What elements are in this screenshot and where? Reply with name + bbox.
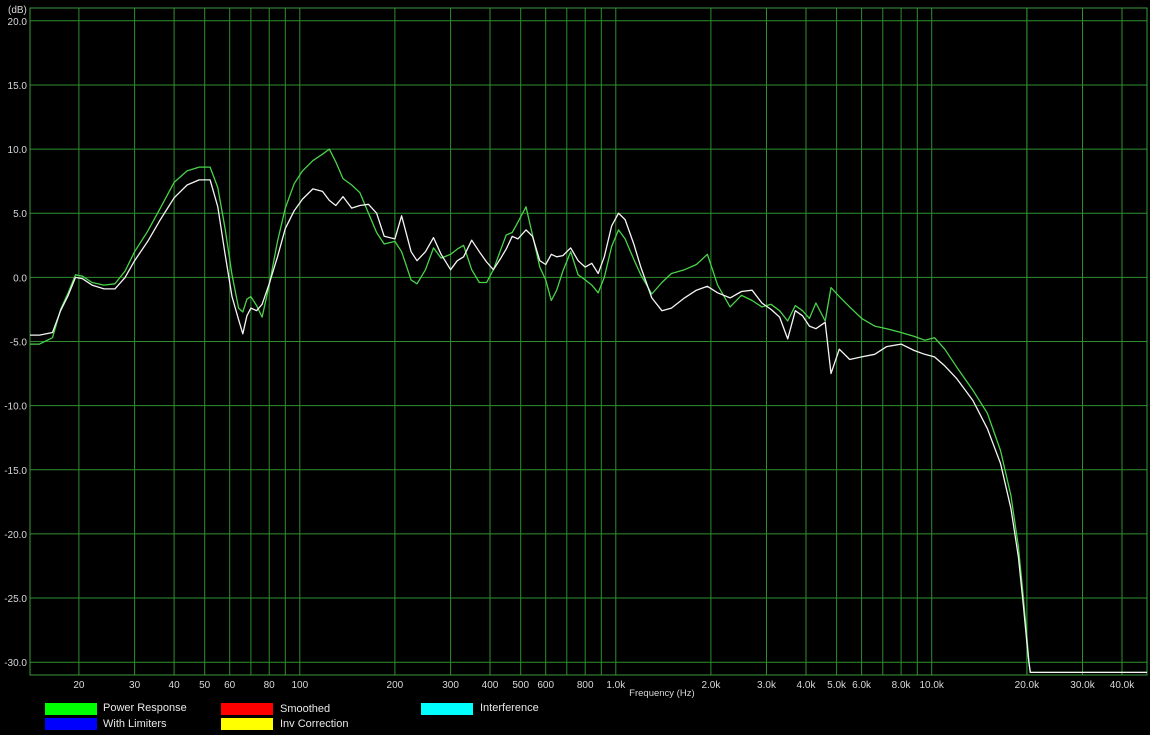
x-tick-label: 50: [199, 680, 211, 691]
x-axis-label: Frequency (Hz): [629, 688, 694, 699]
x-tick-label: 20.0k: [1015, 680, 1040, 691]
legend-swatch-interference[interactable]: [421, 703, 473, 715]
x-tick-label: 30: [129, 680, 141, 691]
y-tick-label: -15.0: [4, 466, 27, 477]
legend-swatch-inv-correction[interactable]: [221, 718, 273, 730]
x-tick-label: 40.0k: [1110, 680, 1135, 691]
legend-label-interference: Interference: [480, 702, 539, 714]
x-tick-label: 1.0k: [606, 680, 626, 691]
y-tick-label: 20.0: [8, 17, 28, 28]
y-tick-label: -25.0: [4, 594, 27, 605]
x-tick-label: 10.0k: [919, 680, 944, 691]
x-tick-label: 600: [537, 680, 554, 691]
x-tick-label: 40: [169, 680, 181, 691]
y-tick-label: -10.0: [4, 402, 27, 413]
y-tick-label: 10.0: [8, 145, 28, 156]
x-tick-label: 6.0k: [852, 680, 872, 691]
x-tick-label: 8.0k: [892, 680, 912, 691]
legend-swatch-with-limiters[interactable]: [45, 718, 97, 730]
x-tick-label: 800: [577, 680, 594, 691]
x-tick-label: 300: [442, 680, 459, 691]
legend-label-smoothed: Smoothed: [280, 703, 331, 715]
y-tick-label: -30.0: [4, 658, 27, 669]
frequency-response-plot: 20.0 15.0 10.0 5.0 0.0 -5.0 -10.0 -15.0 -20.0 -25…: [4, 5, 1148, 699]
y-tick-label: 15.0: [8, 81, 28, 92]
x-tick-label: 80: [264, 680, 276, 691]
x-tick-label: 200: [387, 680, 404, 691]
y-tick-label: 5.0: [13, 209, 27, 220]
x-tick-label: 30.0k: [1070, 680, 1095, 691]
y-tick-label: -20.0: [4, 530, 27, 541]
x-tick-label: 500: [512, 680, 529, 691]
series-line-power-response: [30, 148, 1147, 674]
y-tick-label: 0.0: [13, 273, 27, 284]
x-tick-label: 5.0k: [827, 680, 847, 691]
legend-label-with-limiters: With Limiters: [103, 718, 167, 730]
x-tick-label: 3.0k: [757, 680, 777, 691]
x-tick-label: 4.0k: [797, 680, 817, 691]
grid: [29, 7, 1148, 676]
legend-swatch-power-response[interactable]: [45, 703, 97, 715]
series-line-measured: [30, 179, 1147, 674]
x-tick-label: 20: [73, 680, 85, 691]
legend-swatch-smoothed[interactable]: [221, 703, 273, 715]
x-tick-label: 2.0k: [701, 680, 721, 691]
legend: Power Response With Limiters Smoothed In…: [0, 700, 1150, 735]
y-tick-label: -5.0: [10, 338, 28, 349]
legend-label-inv-correction: Inv Correction: [280, 718, 349, 730]
x-tick-label: 400: [482, 680, 499, 691]
y-axis-label: (dB): [8, 5, 27, 16]
x-tick-label: 100: [291, 680, 308, 691]
legend-label-power-response: Power Response: [103, 702, 187, 714]
x-tick-label: 60: [224, 680, 236, 691]
series-group: [30, 148, 1147, 674]
